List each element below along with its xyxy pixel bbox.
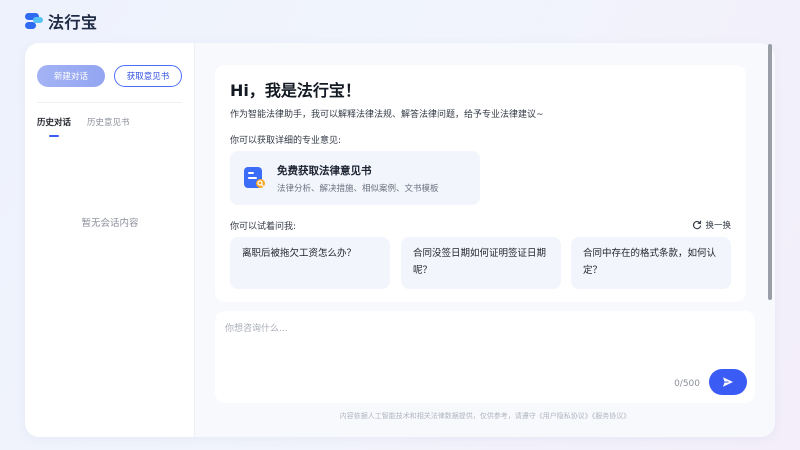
sidebar-tabs: 历史对话 历史意见书 <box>37 116 130 137</box>
opinion-section-label: 你可以获取详细的专业意见: <box>230 136 342 146</box>
app-window: 新建对话 获取意见书 历史对话 历史意见书 暂无会话内容 Hi，我是法行宝！ 作… <box>25 43 775 437</box>
refresh-questions-button[interactable]: 换一换 <box>692 219 731 231</box>
brand: 法行宝 <box>24 10 98 32</box>
refresh-label: 换一换 <box>705 221 731 231</box>
welcome-card: Hi，我是法行宝！ 作为智能法律助手，我可以解释法律法规、解答法律问题，给予专业… <box>215 65 746 302</box>
tab-history-chats[interactable]: 历史对话 <box>37 116 71 137</box>
greeting-title: Hi，我是法行宝！ <box>230 81 361 100</box>
main-panel: Hi，我是法行宝！ 作为智能法律助手，我可以解释法律法规、解答法律问题，给予专业… <box>195 43 775 437</box>
feature-title: 免费获取法律意见书 <box>277 165 372 177</box>
page-scrollbar[interactable] <box>768 44 772 300</box>
sidebar-divider <box>37 102 182 103</box>
sidebar: 新建对话 获取意见书 历史对话 历史意见书 暂无会话内容 <box>25 43 195 437</box>
suggested-question-2[interactable]: 合同没签日期如何证明签证日期呢？ <box>401 237 561 289</box>
send-button[interactable] <box>709 369 747 395</box>
empty-history-text: 暂无会话内容 <box>81 218 139 229</box>
footer-disclaimer: 内容依据人工智能技术和相关法律数据提供，仅供参考，请遵守《用户隐私协议》《服务协… <box>339 412 631 420</box>
brand-logo-icon <box>25 13 43 29</box>
suggested-question-3[interactable]: 合同中存在的格式条款，如何认定？ <box>571 237 731 289</box>
feature-subtitle: 法律分析、解决措施、相似案例、文书模板 <box>277 184 439 194</box>
refresh-icon <box>693 220 702 230</box>
tab-history-opinions[interactable]: 历史意见书 <box>87 116 130 128</box>
new-chat-button[interactable]: 新建对话 <box>37 65 105 87</box>
questions-section-label: 你可以试着问我: <box>230 222 297 232</box>
free-opinion-card[interactable]: 免费获取法律意见书 法律分析、解决措施、相似案例、文书模板 <box>230 151 480 205</box>
character-counter: 0/500 <box>674 379 700 389</box>
chat-input-placeholder[interactable]: 你想咨询什么... <box>225 321 288 334</box>
document-search-icon <box>244 167 265 188</box>
brand-name: 法行宝 <box>48 13 98 32</box>
suggested-question-1[interactable]: 离职后被拖欠工资怎么办？ <box>230 237 390 289</box>
intro-text: 作为智能法律助手，我可以解释法律法规、解答法律问题，给予专业法律建议~ <box>230 110 544 120</box>
send-icon <box>723 377 733 387</box>
chat-input-box[interactable]: 你想咨询什么... 0/500 <box>215 311 755 403</box>
get-opinion-button[interactable]: 获取意见书 <box>114 65 182 87</box>
